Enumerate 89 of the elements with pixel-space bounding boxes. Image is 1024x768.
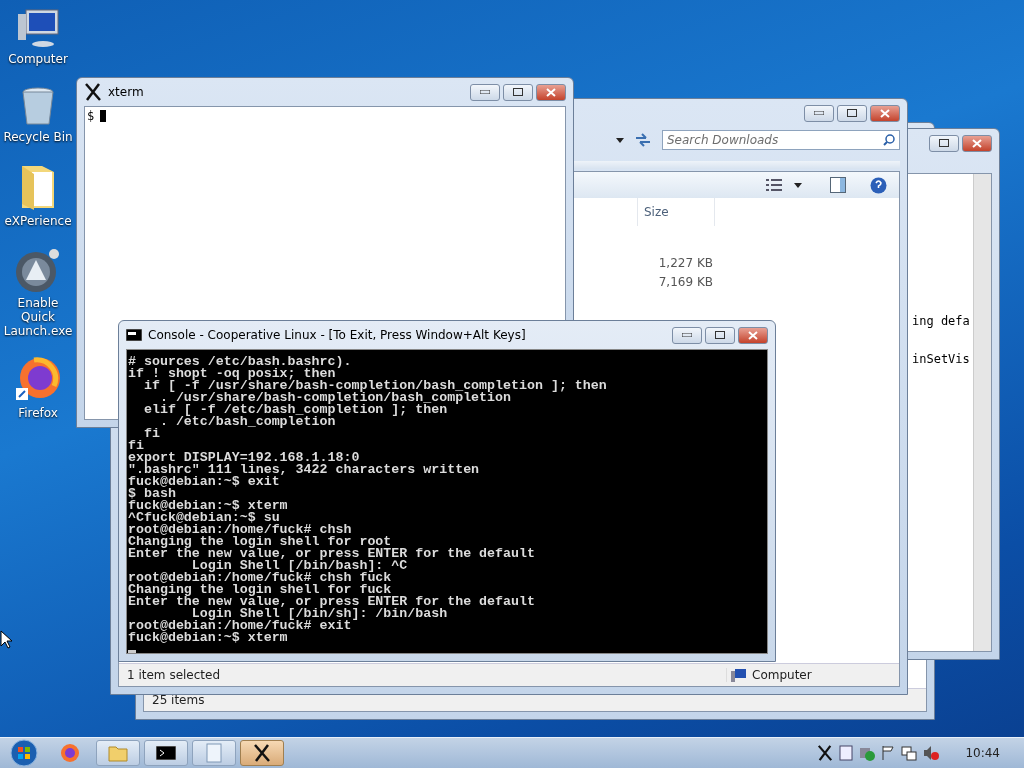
desktop-icon-label[interactable]: Enable Quick Launch.exe bbox=[0, 296, 76, 338]
desktop-icon-label[interactable]: Recycle Bin bbox=[3, 130, 73, 144]
terminal-line: elif [ -f /etc/bash_completion ]; then bbox=[142, 404, 448, 416]
close-button[interactable] bbox=[738, 326, 768, 344]
maximize-icon bbox=[715, 331, 725, 339]
terminal-line: Login Shell [/bin/sh]: /bin/bash bbox=[191, 608, 449, 620]
network-icon bbox=[901, 745, 918, 761]
x-logo-icon bbox=[84, 83, 102, 101]
terminal-line: root@debian:/home/fuck# chsh fuck bbox=[128, 572, 393, 584]
scrollbar[interactable] bbox=[973, 174, 991, 651]
terminal-line: export DISPLAY=192.168.1.18:0 bbox=[128, 452, 360, 464]
location-text: Computer bbox=[752, 668, 812, 682]
terminal-line: ".bashrc" 111 lines, 3422 characters written bbox=[128, 464, 481, 476]
taskbar-button[interactable] bbox=[144, 740, 188, 766]
terminal-line: root@debian:/home/fuck# exit bbox=[128, 620, 352, 632]
x-logo-icon bbox=[253, 744, 271, 762]
text-cursor bbox=[100, 110, 107, 122]
notepad-icon bbox=[206, 743, 222, 763]
terminal-line: Changing the login shell for root bbox=[128, 536, 392, 548]
close-icon bbox=[546, 87, 556, 97]
maximize-button[interactable] bbox=[929, 134, 959, 152]
maximize-button[interactable] bbox=[705, 326, 735, 344]
terminal-line: Enter the new value, or press ENTER for the default bbox=[128, 548, 536, 560]
terminal-line: $ bash bbox=[128, 488, 176, 500]
maximize-icon bbox=[939, 139, 949, 147]
close-icon bbox=[748, 330, 758, 340]
table-cell-text: 7,169 KB bbox=[657, 275, 713, 289]
desktop-icon-label[interactable]: eXPerience bbox=[4, 214, 72, 228]
terminal-line: if ! shopt -oq posix; then bbox=[128, 368, 336, 380]
taskbar-button[interactable] bbox=[240, 740, 284, 766]
terminal-line: root@debian:/home/fuck# chsh bbox=[128, 524, 353, 536]
column-header[interactable]: Size bbox=[637, 198, 715, 226]
window-title: xterm bbox=[108, 85, 144, 99]
terminal-line: # sources /etc/bash.bashrc). bbox=[128, 356, 353, 368]
text-cursor bbox=[128, 650, 136, 653]
flag-icon bbox=[881, 745, 896, 761]
status-text: 25 items bbox=[152, 693, 205, 707]
terminal-line: fuck@debian:~$ exit bbox=[128, 476, 280, 488]
terminal-line: if [ -f /usr/share/bash-completion/bash_completion ]; then bbox=[142, 380, 608, 392]
computer-icon bbox=[731, 668, 747, 682]
maximize-button[interactable] bbox=[837, 104, 867, 122]
view-list-icon[interactable] bbox=[766, 179, 782, 191]
maximize-icon bbox=[513, 88, 523, 96]
help-icon[interactable] bbox=[870, 176, 887, 194]
close-icon bbox=[972, 138, 982, 148]
table-cell-text: 1,227 KB bbox=[657, 256, 713, 270]
console-icon bbox=[156, 746, 176, 760]
prompt-text: $ bbox=[87, 109, 95, 123]
document-text: ing defa bbox=[912, 314, 971, 328]
minimize-icon bbox=[682, 333, 692, 337]
maximize-button[interactable] bbox=[503, 83, 533, 101]
app-icon bbox=[14, 246, 62, 294]
search-field[interactable]: Search Downloads bbox=[662, 130, 900, 150]
close-button[interactable] bbox=[536, 83, 566, 101]
document-text: inSetVis bbox=[912, 352, 971, 366]
refresh-icon[interactable] bbox=[634, 133, 652, 147]
dropdown-arrow-icon[interactable] bbox=[616, 137, 624, 143]
console-icon bbox=[126, 329, 142, 341]
window-title: Console - Cooperative Linux - [To Exit, Press Window+Alt Keys] bbox=[148, 328, 527, 342]
terminal-line: Changing the login shell for fuck bbox=[128, 584, 392, 596]
terminal-line: Enter the new value, or press ENTER for the default bbox=[128, 596, 536, 608]
preview-pane-icon[interactable] bbox=[830, 177, 846, 193]
maximize-icon bbox=[847, 109, 857, 117]
clock[interactable]: 10:44 bbox=[965, 746, 1000, 760]
x-logo-icon bbox=[817, 745, 834, 761]
close-button[interactable] bbox=[870, 104, 900, 122]
terminal-line: ^Cfuck@debian:~$ su bbox=[128, 512, 280, 524]
search-icon bbox=[883, 134, 895, 146]
terminal-line: fuck@debian:~$ xterm bbox=[128, 632, 288, 644]
muted-speaker-icon bbox=[923, 745, 940, 761]
minimize-icon bbox=[814, 111, 824, 115]
terminal-line: fi bbox=[143, 428, 161, 440]
terminal-line: . /etc/bash_completion bbox=[159, 416, 336, 428]
mouse-pointer-icon bbox=[0, 630, 12, 649]
desktop-icon-label[interactable]: Firefox bbox=[18, 406, 58, 420]
status-text: 1 item selected bbox=[127, 668, 221, 682]
firefox-icon bbox=[60, 743, 80, 763]
computer-icon bbox=[16, 6, 60, 50]
close-button[interactable] bbox=[962, 134, 992, 152]
terminal-line: fuck@debian:~$ xterm bbox=[128, 500, 289, 512]
terminal-line: Login Shell [/bin/bash]: ^C bbox=[191, 560, 409, 572]
minimize-icon bbox=[480, 90, 490, 94]
close-icon bbox=[880, 108, 890, 118]
document-icon bbox=[839, 745, 854, 761]
desktop-icon-label[interactable]: Computer bbox=[8, 52, 68, 66]
folder-icon bbox=[108, 744, 128, 762]
terminal-line: . /usr/share/bash-completion/bash_completion bbox=[159, 392, 511, 404]
dropdown-arrow-icon[interactable] bbox=[794, 182, 802, 188]
terminal-line: fi bbox=[128, 440, 144, 452]
